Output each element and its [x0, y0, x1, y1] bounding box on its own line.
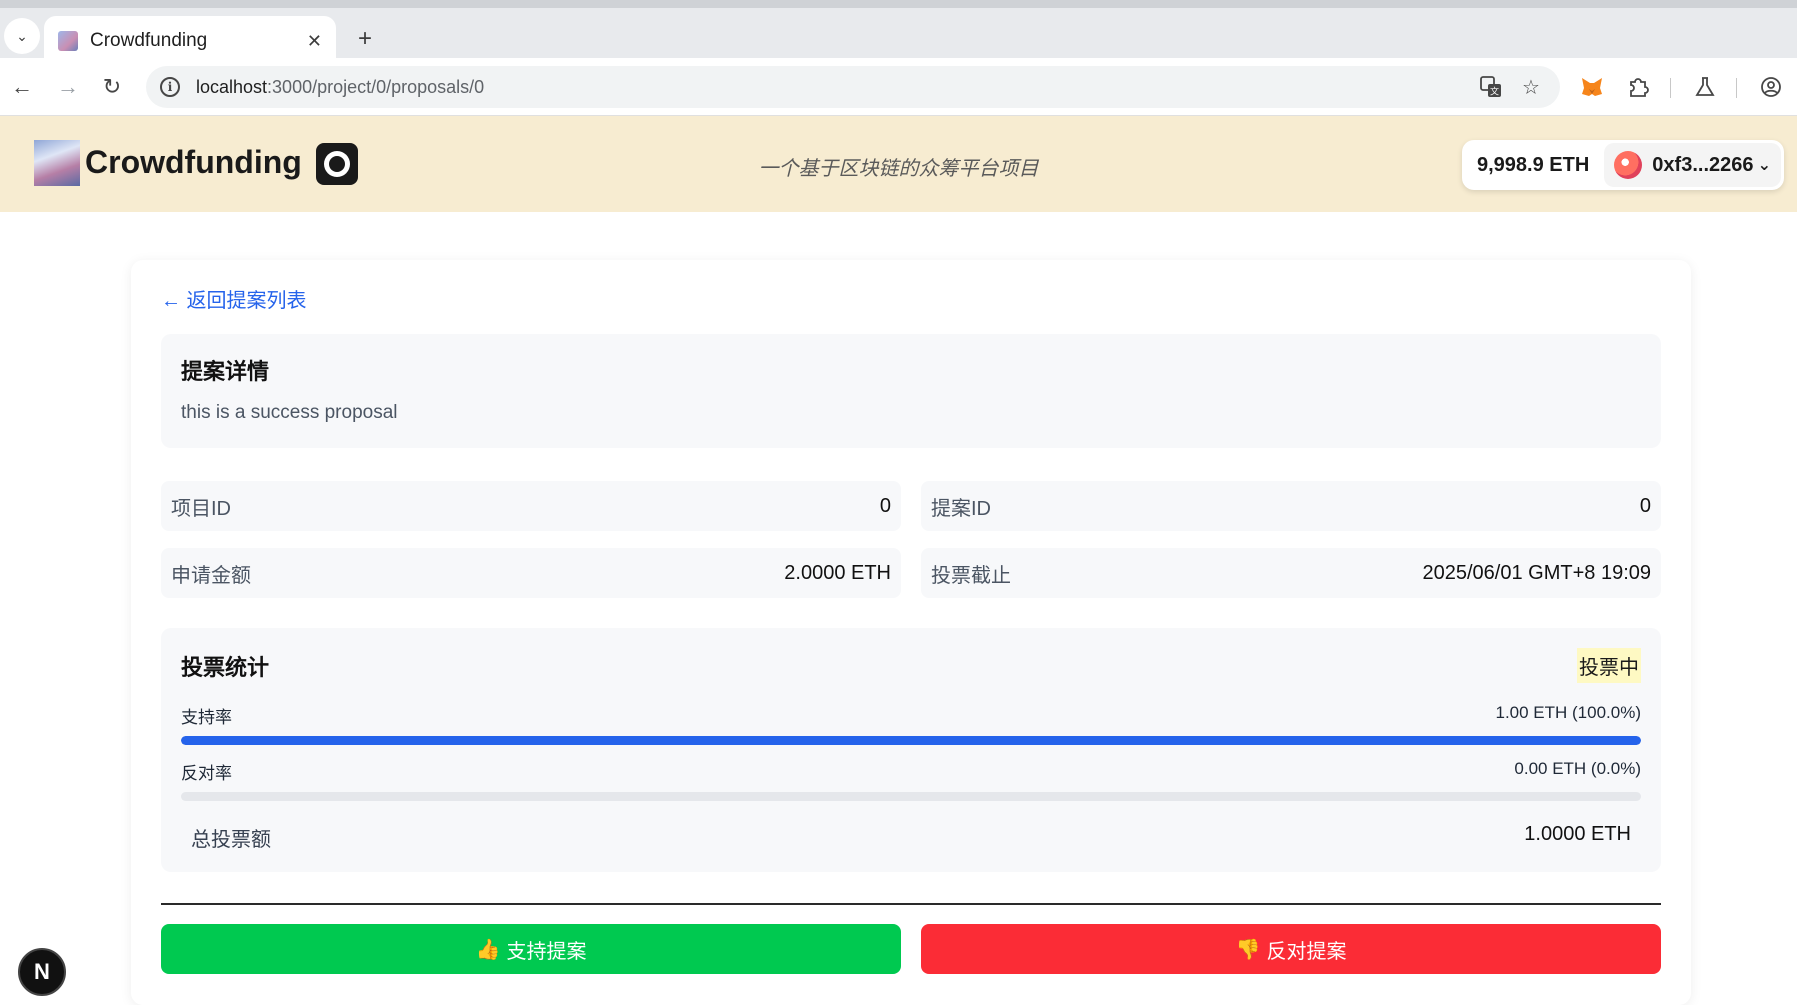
proposal-id-cell: 提案ID 0: [921, 481, 1661, 531]
chevron-down-icon: ⌄: [16, 27, 28, 44]
url-text[interactable]: localhost:3000/project/0/proposals/0: [196, 77, 1466, 98]
support-proposal-button[interactable]: 👍 支持提案: [161, 924, 901, 974]
proposal-id-label: 提案ID: [931, 497, 991, 520]
support-label: 支持率: [181, 708, 232, 727]
reload-icon: ↻: [102, 74, 122, 99]
total-votes-row: 总投票额 1.0000 ETH: [181, 823, 1641, 852]
forward-button[interactable]: →: [52, 71, 84, 103]
app-header: Crowdfunding 一个基于区块链的众筹平台项目 9,998.9 ETH …: [0, 116, 1797, 212]
vote-title-row: 投票统计 投票中: [181, 648, 1641, 683]
translate-icon[interactable]: 文: [1476, 72, 1506, 102]
support-bar-track: [181, 736, 1641, 745]
close-icon[interactable]: ✕: [307, 31, 322, 52]
nextjs-dev-badge[interactable]: N: [18, 948, 66, 996]
oppose-button-label: 反对提案: [1266, 940, 1347, 963]
toolbar-divider: [1736, 78, 1737, 98]
thumbs-up-icon: 👍: [475, 938, 501, 961]
wallet-connect-button[interactable]: 9,998.9 ETH 0xf3...2266 ⌄: [1462, 140, 1784, 190]
total-votes-value: 1.0000 ETH: [1524, 823, 1631, 845]
browser-toolbar: ← → ↻ i localhost:3000/project/0/proposa…: [0, 58, 1797, 116]
back-to-proposals-link[interactable]: ← 返回提案列表: [161, 284, 307, 313]
support-button-label: 支持提案: [506, 940, 587, 963]
plus-icon: +: [357, 25, 372, 52]
arrow-right-icon: →: [57, 74, 79, 99]
deadline-cell: 投票截止 2025/06/01 GMT+8 19:09: [921, 548, 1661, 598]
address-bar[interactable]: i localhost:3000/project/0/proposals/0 文…: [146, 66, 1560, 108]
oppose-row: 反对率 0.00 ETH (0.0%): [181, 759, 1641, 784]
project-id-value: 0: [879, 494, 891, 517]
deadline-value: 2025/06/01 GMT+8 19:09: [1422, 561, 1652, 584]
thumbs-down-icon: 👎: [1235, 938, 1261, 961]
support-bar-fill: [181, 736, 1641, 745]
url-host: localhost: [196, 76, 268, 97]
tab-favicon-icon: [58, 31, 78, 51]
status-badge: 投票中: [1577, 648, 1641, 683]
account-button[interactable]: 0xf3...2266 ⌄: [1604, 143, 1781, 187]
divider: [161, 903, 1661, 905]
oppose-bar-track: [181, 792, 1641, 801]
amount-label: 申请金额: [171, 564, 251, 587]
support-value: 1.00 ETH (100.0%): [1495, 703, 1641, 722]
site-info-icon[interactable]: i: [160, 77, 180, 97]
oppose-value: 0.00 ETH (0.0%): [1514, 759, 1641, 778]
metamask-extension-icon[interactable]: [1576, 71, 1608, 103]
vote-stats-box: 投票统计 投票中 支持率 1.00 ETH (100.0%) 反对率 0.00 …: [161, 628, 1661, 872]
account-avatar: [1614, 151, 1643, 179]
arrow-left-icon: ←: [11, 74, 33, 99]
deadline-label: 投票截止: [931, 564, 1011, 587]
wallet-balance[interactable]: 9,998.9 ETH: [1462, 154, 1604, 177]
tab-search-button[interactable]: ⌄: [4, 18, 40, 54]
proposal-card: ← 返回提案列表 提案详情 this is a success proposal…: [131, 260, 1691, 1005]
oppose-proposal-button[interactable]: 👎 反对提案: [921, 924, 1661, 974]
labs-flask-icon[interactable]: [1689, 71, 1721, 103]
toolbar-divider: [1670, 78, 1671, 98]
new-tab-button[interactable]: +: [350, 24, 380, 54]
reload-button[interactable]: ↻: [96, 71, 128, 103]
oppose-label: 反对率: [181, 764, 232, 783]
tab-title: Crowdfunding: [90, 30, 208, 51]
back-button[interactable]: ←: [6, 71, 38, 103]
chevron-down-icon: ⌄: [1757, 157, 1771, 174]
amount-cell: 申请金额 2.0000 ETH: [161, 548, 901, 598]
browser-tabstrip: ⌄ Crowdfunding ✕ +: [0, 0, 1797, 66]
profile-icon[interactable]: [1755, 71, 1787, 103]
support-row: 支持率 1.00 ETH (100.0%): [181, 703, 1641, 728]
url-path: :3000/project/0/proposals/0: [267, 76, 485, 97]
proposal-detail-box: 提案详情 this is a success proposal: [161, 334, 1661, 448]
proposal-id-value: 0: [1639, 494, 1651, 517]
account-address: 0xf3...2266: [1652, 153, 1754, 176]
svg-text:文: 文: [1490, 86, 1499, 98]
detail-title: 提案详情: [181, 359, 270, 384]
vote-stats-title: 投票统计: [181, 654, 270, 680]
bookmark-star-icon[interactable]: ☆: [1516, 72, 1546, 102]
total-votes-label: 总投票额: [191, 829, 271, 851]
extensions-puzzle-icon[interactable]: [1622, 71, 1654, 103]
detail-description: this is a success proposal: [181, 402, 398, 423]
project-id-cell: 项目ID 0: [161, 481, 901, 531]
amount-value: 2.0000 ETH: [784, 561, 891, 584]
project-id-label: 项目ID: [171, 497, 231, 520]
